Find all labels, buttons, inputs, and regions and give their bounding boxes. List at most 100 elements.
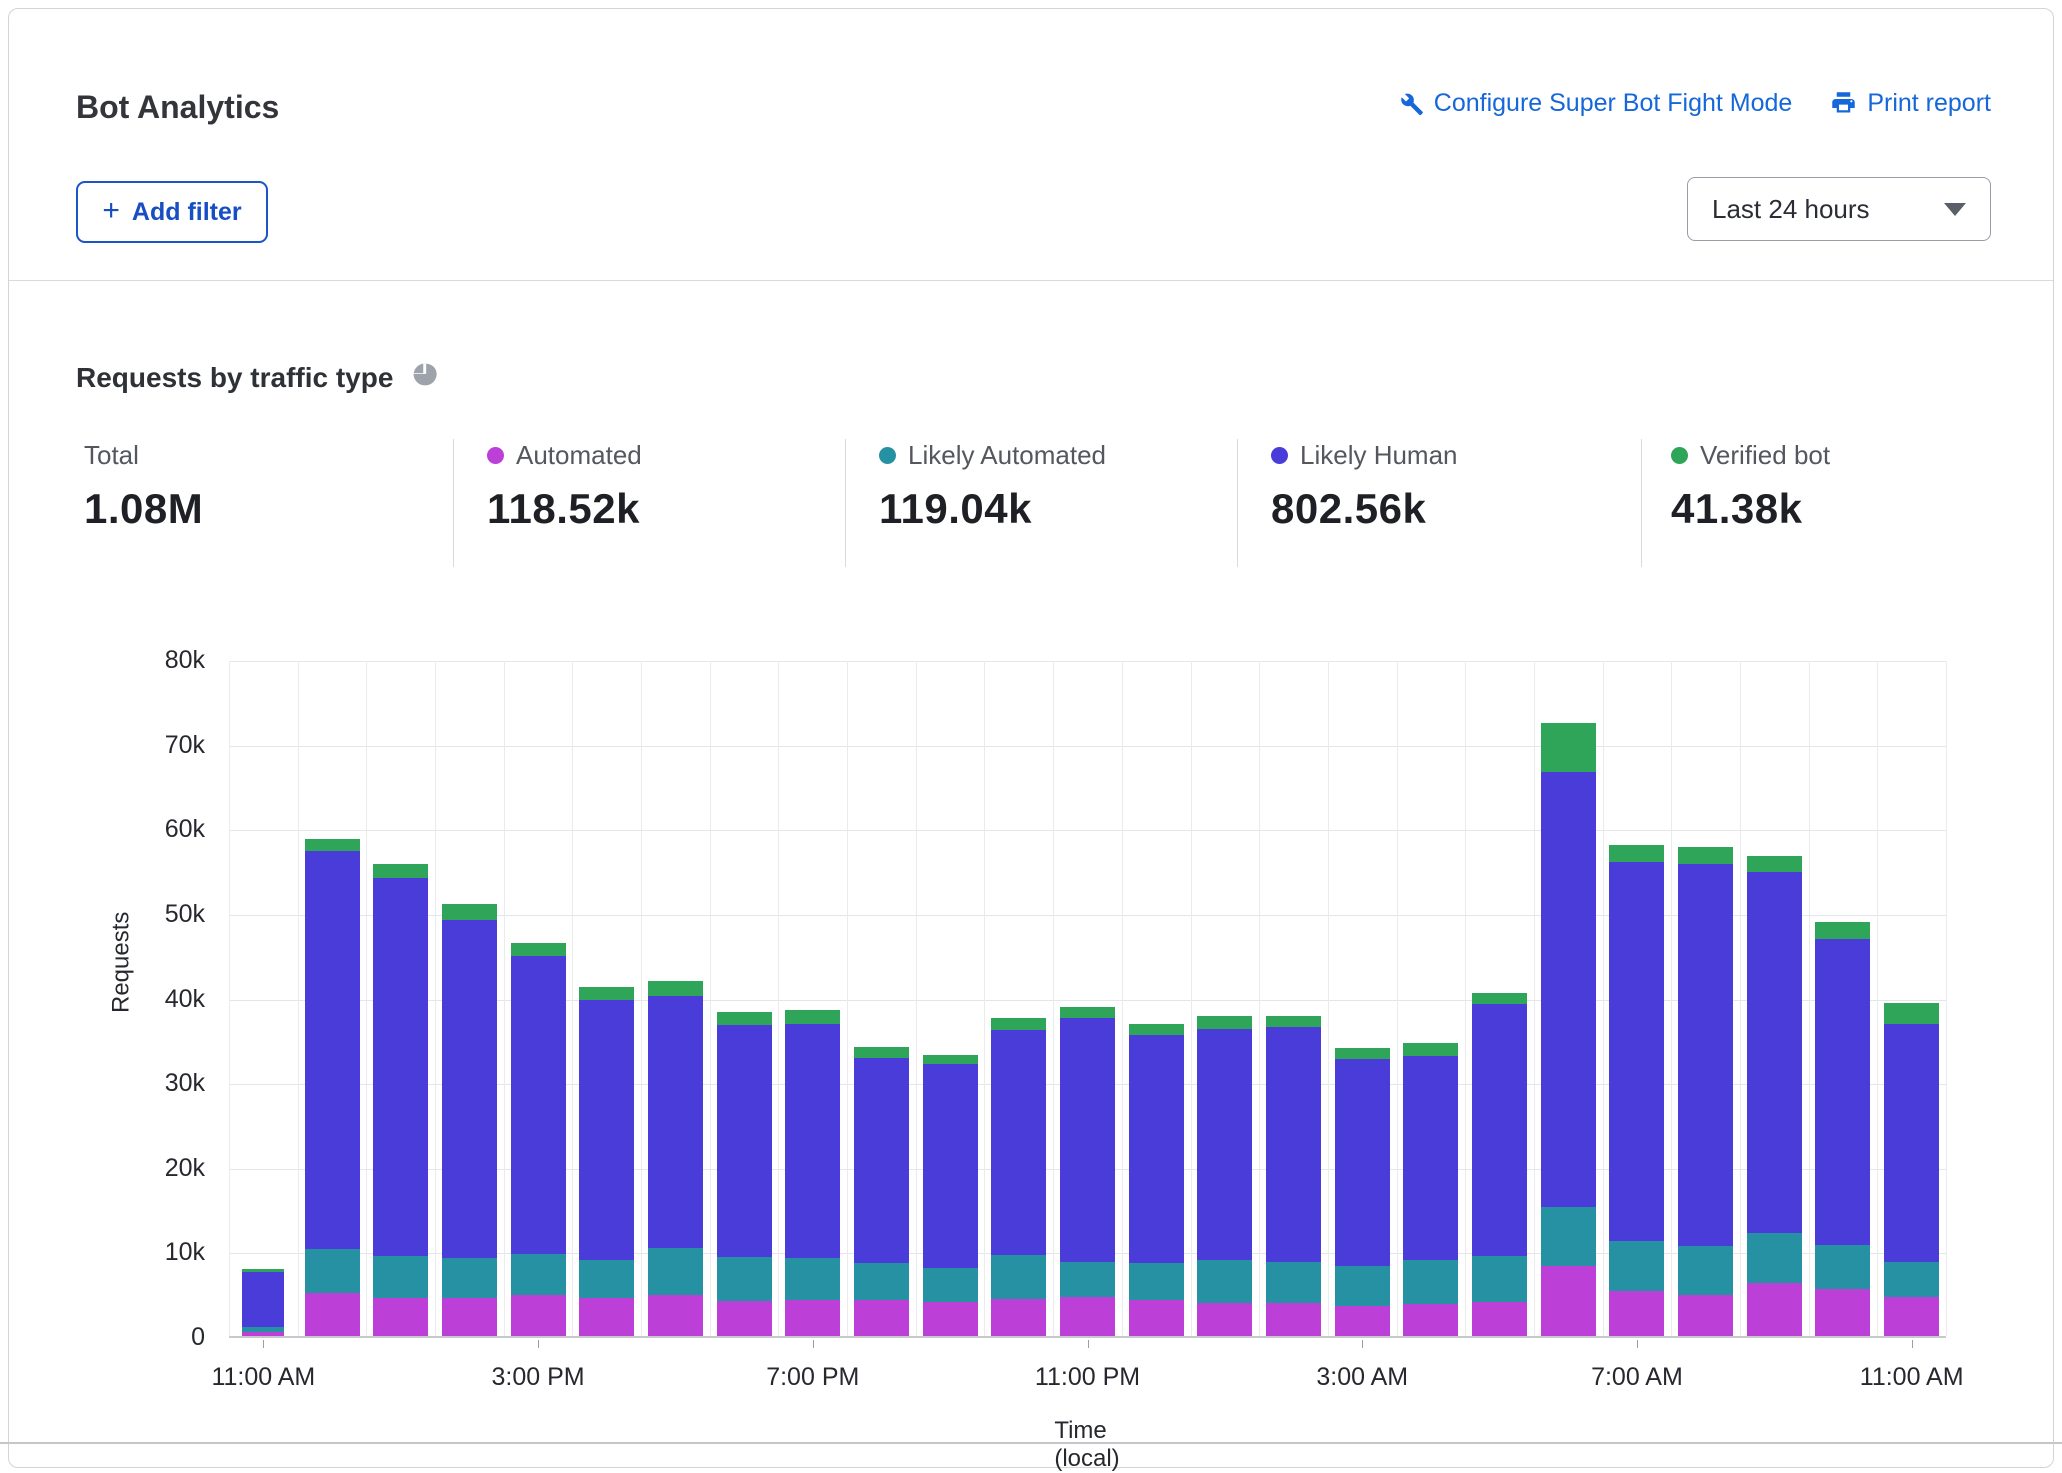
stacked-bar-11-00-am[interactable] — [1884, 1002, 1940, 1336]
verified-bot-segment — [716, 1011, 772, 1026]
page-title: Bot Analytics — [76, 89, 280, 125]
x-tick-mark — [812, 1340, 814, 1348]
stacked-bar-5-00-am[interactable] — [1472, 993, 1528, 1336]
likely-automated-segment — [1609, 1241, 1665, 1292]
likely-human-segment — [1884, 1023, 1940, 1263]
likely-human-segment — [1609, 862, 1665, 1242]
vertical-gridline — [1533, 661, 1535, 1336]
vertical-gridline — [1396, 661, 1398, 1336]
stacked-bar-3-00-pm[interactable] — [510, 943, 566, 1336]
verified-bot-segment — [1128, 1023, 1184, 1035]
likely-automated-segment — [1403, 1259, 1459, 1304]
stacked-bar-2-00-am[interactable] — [1266, 1016, 1322, 1336]
wrench-icon — [1397, 90, 1424, 117]
stacked-bar-12-00-am[interactable] — [1128, 1023, 1184, 1336]
x-tick-label: 11:00 AM — [211, 1363, 316, 1391]
likely-human-segment — [373, 878, 429, 1256]
chart-plot-area — [229, 661, 1947, 1338]
stat-value: 119.04k — [879, 485, 1033, 532]
stat-label: Automated — [516, 439, 642, 470]
likely-human-dot — [1271, 446, 1288, 464]
stacked-bar-11-00-am[interactable] — [242, 1269, 285, 1336]
likely-human-segment — [242, 1271, 285, 1327]
stacked-bar-8-00-pm[interactable] — [853, 1047, 909, 1336]
vertical-gridline — [1259, 661, 1261, 1336]
header-divider — [9, 280, 2053, 281]
stat-likely-automated: Likely Automated 119.04k — [879, 439, 1106, 533]
stacked-bar-7-00-pm[interactable] — [785, 1010, 841, 1336]
stacked-bar-6-00-pm[interactable] — [716, 1011, 772, 1336]
likely-human-segment — [1403, 1055, 1459, 1260]
likely-automated-segment — [373, 1255, 429, 1298]
automated-segment — [1609, 1291, 1665, 1336]
stacked-bar-12-00-pm[interactable] — [304, 839, 360, 1336]
automated-segment — [1266, 1303, 1322, 1336]
automated-segment — [1060, 1297, 1115, 1336]
y-tick-label: 50k — [164, 899, 205, 928]
automated-segment — [441, 1297, 497, 1336]
stacked-bar-1-00-am[interactable] — [1197, 1016, 1253, 1336]
likely-human-segment — [1128, 1034, 1184, 1264]
stacked-bar-11-00-pm[interactable] — [1060, 1006, 1115, 1336]
stacked-bar-5-00-pm[interactable] — [647, 981, 703, 1336]
likely-human-segment — [1266, 1027, 1322, 1262]
verified-bot-segment — [1609, 845, 1665, 863]
stacked-bar-2-00-pm[interactable] — [441, 903, 497, 1336]
y-tick-label: 10k — [164, 1238, 205, 1267]
add-filter-button[interactable]: + Add filter — [76, 181, 268, 243]
stacked-bar-10-00-am[interactable] — [1815, 922, 1871, 1336]
stat-label: Total — [84, 439, 139, 470]
x-tick-label: 3:00 AM — [1316, 1363, 1409, 1391]
automated-segment — [1197, 1303, 1253, 1336]
stacked-bar-4-00-am[interactable] — [1403, 1043, 1459, 1336]
print-report-link[interactable]: Print report — [1830, 89, 1991, 118]
vertical-gridline — [778, 661, 780, 1336]
stacked-bar-9-00-am[interactable] — [1746, 856, 1802, 1336]
next-section-top-border — [0, 1442, 2062, 1444]
likely-human-segment — [304, 851, 360, 1249]
vertical-gridline — [229, 661, 230, 1336]
likely-human-segment — [1197, 1028, 1253, 1260]
x-tick-label: 7:00 PM — [766, 1363, 860, 1391]
stacked-bar-6-00-am[interactable] — [1540, 723, 1596, 1336]
verified-bot-segment — [441, 903, 497, 920]
verified-bot-segment — [853, 1047, 909, 1059]
vertical-gridline — [1465, 661, 1467, 1336]
vertical-gridline — [1739, 661, 1741, 1336]
automated-segment — [853, 1300, 909, 1336]
likely-automated-segment — [647, 1248, 703, 1296]
likely-human-segment — [1746, 872, 1802, 1233]
likely-human-segment — [1815, 939, 1871, 1245]
stacked-bar-9-00-pm[interactable] — [922, 1055, 978, 1336]
stacked-bar-7-00-am[interactable] — [1609, 845, 1665, 1336]
stat-automated: Automated 118.52k — [487, 439, 642, 533]
verified-bot-segment — [373, 863, 429, 879]
configure-super-bot-fight-mode-link[interactable]: Configure Super Bot Fight Mode — [1397, 89, 1792, 118]
likely-human-segment — [510, 956, 566, 1254]
stacked-bar-8-00-am[interactable] — [1678, 846, 1734, 1336]
likely-automated-segment — [1815, 1244, 1871, 1289]
stacked-bar-3-00-am[interactable] — [1334, 1048, 1390, 1336]
vertical-gridline — [572, 661, 574, 1336]
likely-human-segment — [991, 1029, 1047, 1255]
automated-segment — [373, 1297, 429, 1336]
section-title: Requests by traffic type — [76, 361, 394, 393]
verified-bot-segment — [922, 1055, 978, 1065]
stat-verified-bot: Verified bot 41.38k — [1671, 439, 1830, 533]
stacked-bar-10-00-pm[interactable] — [991, 1017, 1047, 1336]
stacked-bar-1-00-pm[interactable] — [373, 863, 429, 1336]
automated-segment — [922, 1302, 978, 1336]
x-tick-label: 3:00 PM — [491, 1363, 585, 1391]
time-range-dropdown[interactable]: Last 24 hours — [1687, 177, 1991, 241]
automated-segment — [579, 1297, 635, 1336]
likely-automated-segment — [1884, 1262, 1940, 1298]
likely-automated-segment — [1060, 1262, 1115, 1298]
stat-value: 802.56k — [1271, 485, 1427, 532]
automated-segment — [1403, 1303, 1459, 1336]
verified-bot-segment — [1197, 1016, 1253, 1029]
horizontal-gridline — [229, 661, 1946, 662]
stacked-bar-4-00-pm[interactable] — [579, 986, 635, 1336]
likely-human-segment — [579, 1000, 635, 1260]
x-tick-label: 11:00 AM — [1859, 1363, 1964, 1391]
automated-segment — [1678, 1294, 1734, 1336]
